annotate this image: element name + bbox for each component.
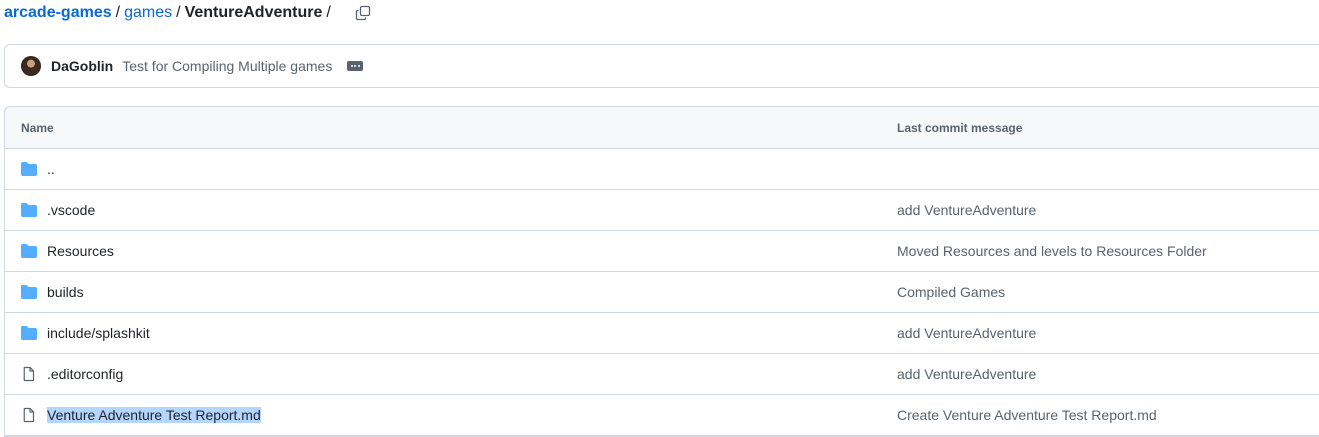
row-commit-message-link[interactable]: add VentureAdventure (897, 366, 1036, 382)
folder-icon (21, 202, 37, 218)
breadcrumb: arcade-games / games / VentureAdventure … (4, 2, 373, 24)
file-table: Name Last commit message .. .vscode add Ve… (4, 106, 1319, 437)
file-icon (21, 407, 37, 423)
folder-icon (21, 243, 37, 259)
folder-icon (21, 325, 37, 341)
file-icon (21, 366, 37, 382)
row-commit-message-link[interactable]: Moved Resources and levels to Resources … (897, 243, 1207, 259)
latest-commit-bar: DaGoblin Test for Compiling Multiple gam… (4, 44, 1319, 88)
row-name-link[interactable]: builds (47, 284, 84, 300)
breadcrumb-current: VentureAdventure (184, 4, 323, 21)
breadcrumb-games-link[interactable]: games (124, 4, 172, 22)
table-row[interactable]: .vscode add VentureAdventure (5, 190, 1319, 231)
breadcrumb-separator: / (115, 4, 121, 21)
row-commit-message-link[interactable]: Create Venture Adventure Test Report.md (897, 407, 1157, 423)
folder-icon (21, 161, 37, 177)
ellipsis-icon[interactable] (347, 61, 364, 71)
folder-icon (21, 284, 37, 300)
copy-path-button[interactable] (353, 3, 373, 23)
row-name-link[interactable]: Resources (47, 243, 114, 259)
commit-author[interactable]: DaGoblin (51, 58, 113, 74)
table-row[interactable]: .. (5, 149, 1319, 190)
row-commit-message-link[interactable]: add VentureAdventure (897, 202, 1036, 218)
row-name-link[interactable]: .vscode (47, 202, 95, 218)
table-row[interactable]: .editorconfig add VentureAdventure (5, 354, 1319, 395)
breadcrumb-separator: / (176, 4, 181, 21)
row-commit-message-link[interactable]: Compiled Games (897, 284, 1005, 300)
commit-message[interactable]: Test for Compiling Multiple games (122, 58, 332, 74)
breadcrumb-repo-link[interactable]: arcade-games (4, 4, 112, 22)
breadcrumb-separator: / (326, 4, 331, 21)
row-name-link[interactable]: Venture Adventure Test Report.md (47, 407, 261, 423)
row-name-link[interactable]: .editorconfig (47, 366, 123, 382)
table-row[interactable]: Venture Adventure Test Report.md Create V… (5, 395, 1319, 436)
avatar[interactable] (21, 56, 41, 76)
copy-icon (355, 5, 370, 21)
table-row[interactable]: Resources Moved Resources and levels to R… (5, 231, 1319, 272)
row-name-link[interactable]: include/splashkit (47, 325, 150, 341)
table-row[interactable]: builds Compiled Games (5, 272, 1319, 313)
table-row[interactable]: include/splashkit add VentureAdventure (5, 313, 1319, 354)
table-header: Name Last commit message (5, 107, 1319, 149)
row-name-link[interactable]: .. (47, 161, 55, 177)
row-commit-message-link[interactable]: add VentureAdventure (897, 325, 1036, 341)
header-last-commit-message: Last commit message (897, 120, 1023, 135)
header-name: Name (21, 120, 54, 135)
